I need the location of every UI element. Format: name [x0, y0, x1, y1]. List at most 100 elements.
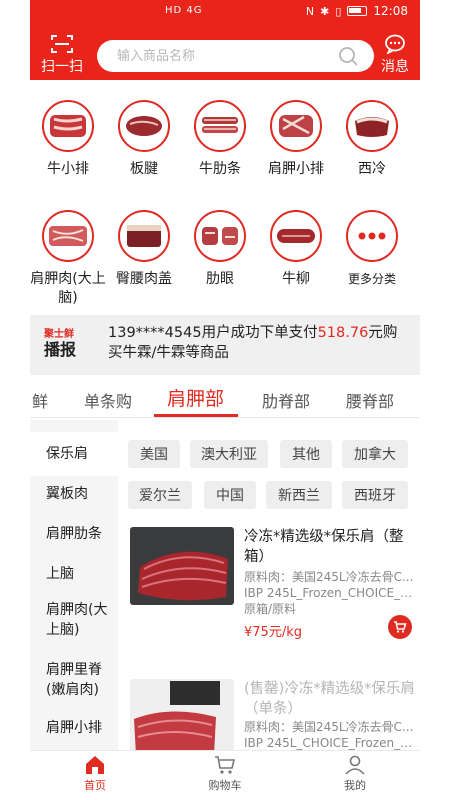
app-screen: HD 4G N ✱ ▯ 12:08 扫一扫 输入商品名称 消息 牛小排 板腱 牛… — [0, 0, 450, 800]
add-to-cart-button[interactable] — [388, 615, 412, 639]
product-title: (售罄)冷冻*精选级*保乐肩（单条） — [244, 681, 415, 717]
category-label: 牛小排 — [47, 161, 89, 177]
tab-item[interactable]: 腰脊部 — [346, 388, 394, 412]
nfc-icon: N — [305, 4, 315, 18]
search-bar[interactable] — [97, 40, 374, 72]
nav-cart-label: 购物车 — [208, 779, 242, 792]
category-label: 西冷 — [358, 161, 386, 177]
oyster-blade-image — [118, 100, 170, 152]
message-icon — [385, 34, 405, 54]
product-spec: IBP 245L_CHOICE_Frozen_C... — [244, 736, 414, 750]
tab-item[interactable]: 鲜 — [32, 388, 48, 412]
sidebar-item[interactable]: 保乐肩 — [30, 444, 118, 464]
nav-cart[interactable]: 购物车 — [195, 755, 255, 793]
tab-item-active[interactable]: 肩胛部 — [167, 384, 224, 411]
product-image[interactable] — [130, 527, 234, 605]
scan-label: 扫一扫 — [41, 59, 83, 75]
category-item[interactable]: 肩胛肉(大上脑) — [30, 210, 106, 308]
cart-icon — [215, 756, 236, 774]
striploin-image — [346, 100, 398, 152]
chuck-roll-image — [42, 210, 94, 262]
category-item-more[interactable]: 更多分类 — [334, 210, 410, 289]
category-item[interactable]: 牛肋条 — [182, 100, 258, 179]
product-card[interactable]: 冷冻*精选级*保乐肩（整箱） 原料肉：美国245L冷冻去骨C... IBP 24… — [130, 527, 418, 647]
rib-finger-image — [194, 100, 246, 152]
category-label: 肋眼 — [206, 271, 234, 287]
sidebar-item[interactable]: 翼板肉 — [30, 484, 118, 504]
user-icon — [345, 755, 365, 775]
product-packaging: 原箱/原料 — [244, 602, 297, 616]
broadcast-logo: 聚士鲜 播报 — [44, 329, 84, 359]
filter-chip[interactable]: 其他 — [280, 440, 332, 468]
subcategory-sidebar: 保乐肩 翼板肉 肩胛肋条 上脑 肩胛肉(大上脑) 肩胛里脊(嫩肩肉) 肩胛小排 — [30, 420, 118, 750]
broadcast-amount: 518.76 — [317, 325, 369, 341]
tab-item[interactable]: 单条购 — [84, 388, 132, 412]
status-icons: N ✱ ▯ 12:08 — [306, 4, 408, 18]
nav-home[interactable]: 首页 — [65, 755, 125, 793]
broadcast-text-before: 139****4545用户成功下单支付 — [108, 325, 318, 341]
category-item[interactable]: 臀腰肉盖 — [106, 210, 182, 289]
nav-home-label: 首页 — [84, 779, 106, 792]
bluetooth-icon: ✱ — [320, 4, 330, 18]
ribeye-image — [194, 210, 246, 262]
category-tabs: 鲜 单条购 肩胛部 肋脊部 腰脊部 — [30, 378, 420, 418]
sidebar-item[interactable]: 上脑 — [30, 564, 118, 584]
filter-chip[interactable]: 新西兰 — [266, 481, 332, 509]
product-card[interactable]: (售罄)冷冻*精选级*保乐肩（单条） 原料肉：美国245L冷冻去骨C... IB… — [130, 679, 418, 757]
scan-button[interactable]: 扫一扫 — [38, 34, 86, 76]
filter-chip[interactable]: 爱尔兰 — [128, 481, 192, 509]
bottom-navigation: 首页 购物车 我的 — [30, 750, 420, 800]
active-tab-indicator — [154, 414, 238, 417]
search-icon[interactable] — [338, 46, 360, 66]
category-item[interactable]: 牛柳 — [258, 210, 334, 289]
product-spec: IBP 245L_Frozen_CHOICE_C... — [244, 586, 414, 600]
product-image[interactable] — [130, 679, 234, 757]
status-time: 12:08 — [373, 4, 408, 18]
category-item[interactable]: 西冷 — [334, 100, 410, 179]
status-bar: HD 4G N ✱ ▯ 12:08 — [30, 0, 420, 24]
chuck-short-rib-image — [270, 100, 322, 152]
product-raw-material: 原料肉：美国245L冷冻去骨C... — [244, 720, 414, 734]
category-item[interactable]: 肩胛小排 — [258, 100, 334, 179]
category-item[interactable]: 肋眼 — [182, 210, 258, 289]
sidebar-item[interactable]: 肩胛里脊(嫩肩肉) — [30, 660, 118, 700]
nav-profile[interactable]: 我的 — [325, 755, 385, 793]
product-raw-material: 原料肉：美国245L冷冻去骨C... — [244, 570, 414, 584]
tenderloin-image — [270, 210, 322, 262]
category-label: 牛柳 — [282, 271, 310, 287]
search-input[interactable] — [97, 40, 317, 72]
category-label: 板腱 — [130, 161, 158, 177]
category-label: 肩胛小排 — [268, 161, 324, 177]
header-bar: HD 4G N ✱ ▯ 12:08 扫一扫 输入商品名称 消息 — [30, 0, 420, 80]
category-label: 牛肋条 — [199, 161, 241, 177]
nav-profile-label: 我的 — [344, 779, 366, 792]
filter-chip[interactable]: 中国 — [204, 481, 256, 509]
broadcast-logo-title: 播报 — [44, 340, 77, 359]
order-broadcast: 聚士鲜 播报 139****4545用户成功下单支付518.76元购买牛霖/牛霖… — [30, 315, 420, 375]
battery-icon — [347, 6, 368, 16]
product-price: ¥75元/kg — [244, 625, 302, 640]
product-title: 冷冻*精选级*保乐肩（整箱） — [244, 529, 404, 565]
vibrate-icon: ▯ — [335, 4, 342, 18]
filter-chip[interactable]: 美国 — [128, 440, 180, 468]
category-label: 肩胛肉(大上脑) — [30, 271, 106, 306]
tab-item[interactable]: 肋脊部 — [262, 388, 310, 412]
category-label: 臀腰肉盖 — [116, 271, 172, 287]
sidebar-item[interactable]: 肩胛小排 — [30, 718, 118, 738]
beef-rib-image — [42, 100, 94, 152]
more-dots-icon — [346, 210, 398, 262]
filter-chip[interactable]: 西班牙 — [342, 481, 408, 509]
message-button[interactable]: 消息 — [375, 34, 415, 76]
home-icon — [86, 756, 104, 774]
sidebar-item[interactable]: 肩胛肉(大上脑) — [30, 600, 108, 640]
filter-chip[interactable]: 加拿大 — [342, 440, 408, 468]
scan-icon — [51, 35, 73, 53]
network-indicator: HD 4G — [165, 5, 203, 16]
filter-chip[interactable]: 澳大利亚 — [190, 440, 268, 468]
message-label: 消息 — [381, 59, 409, 75]
category-item[interactable]: 板腱 — [106, 100, 182, 179]
sidebar-item[interactable]: 肩胛肋条 — [30, 524, 118, 544]
rump-cap-image — [118, 210, 170, 262]
category-item[interactable]: 牛小排 — [30, 100, 106, 179]
broadcast-message: 139****4545用户成功下单支付518.76元购买牛霖/牛霖等商品 — [108, 323, 408, 363]
